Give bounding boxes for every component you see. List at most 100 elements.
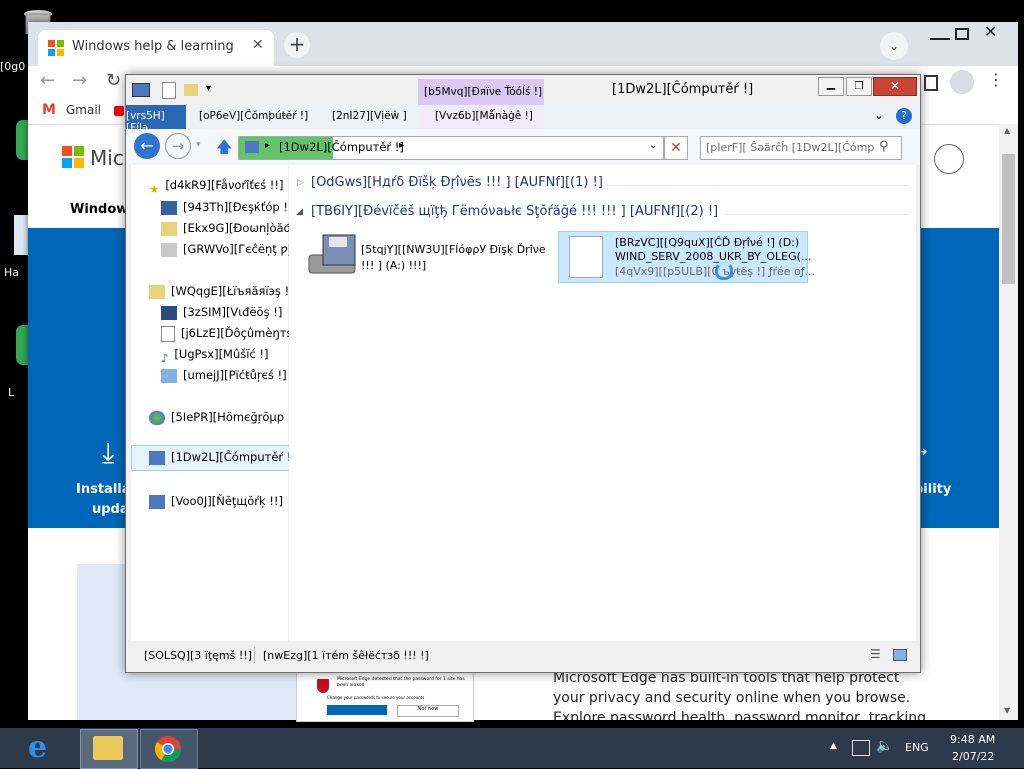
volume-muted-icon[interactable]: 🔈 [876,738,893,754]
properties-icon[interactable] [162,82,176,99]
reload-icon[interactable]: ↻ [106,70,121,91]
recent-places-icon [161,242,177,257]
group-line-2 [725,214,909,215]
group-header-hard-drives[interactable]: [OdGws][Hдŕδ Ðïšķ Ðŗîνēs !!! ] [AUFNf][(… [311,175,603,190]
address-text[interactable]: [1Dw2L][Ĉómpuтěŕ !] [279,140,404,154]
bookmark-gmail[interactable]: Gmail [66,103,101,117]
forward-icon[interactable]: → [72,70,87,91]
ribbon-tab-manage[interactable]: [Vvz6b][Mǻnàġê !] [435,110,533,122]
back-button[interactable]: ← [134,133,160,159]
scrollbar-up-arrow[interactable]: ▲ [1004,126,1010,135]
customize-qat-icon[interactable]: ▾ [206,83,211,94]
tiles-view-icon[interactable] [893,649,907,661]
menu-icon[interactable]: ⋮ [988,70,1004,89]
explorer-address-area: ← → ▾ 🡅 ▸ [1Dw2L][Ĉómpuтěŕ !] ▸ ⌄ ✕ [pIe… [126,129,920,165]
new-folder-icon[interactable] [184,84,198,96]
language-indicator[interactable]: ENG [905,741,929,754]
downloads-folder-icon [161,221,177,236]
profile-icon[interactable] [950,70,974,94]
group-header-removable[interactable]: [TB6IY][Ðévïčëš щïţђ Гёmóνаьłє Sţŏŕăğé !… [311,204,718,219]
floppy-label-2: !!! ] (A:) !!!] [361,259,427,272]
network-tray-icon[interactable] [852,740,870,756]
explorer-title: [1Dw2L][Ĉómpuтěŕ !] [612,82,754,97]
new-tab-button[interactable]: + [284,32,310,58]
up-arrow-icon[interactable]: 🡅 [216,136,232,163]
explorer-close-button[interactable]: ✕ [873,77,917,96]
nav-recent-places[interactable]: [GRWVo][Гєĉёņţ ƿļ [161,239,291,259]
nav-computer[interactable]: [1Dw2L][Ĉómpuтěŕ !] [149,447,296,467]
network-icon [149,494,165,509]
search-input[interactable]: [pIerF][ Ŝəărĉĥ [1Dw2L][Ĉómp... [706,141,876,154]
explorer-titlebar: ▾ [b5Mvq][Ðяïνе Ťóóĺś !] [1Dw2L][Ĉómpuтě… [126,75,920,105]
desktop-label-3: L [8,386,15,399]
group-expand-icon[interactable]: ▷ [297,178,304,188]
search-icon[interactable]: ⚲ [879,139,889,154]
nav-documents[interactable]: [j6LzE][Ďôçûmèŋтś ! [161,323,301,343]
nav-favorites[interactable]: ★ [d4kR9][Fåνоŕîťєś !!] [149,175,284,196]
status-item-count: [SOLSQ][3 ïţęmš !!] [144,649,252,662]
computer-nav-icon [149,450,165,465]
edge-thumb-title: Microsoft Edge detected that the passwor… [337,677,465,688]
videos-icon [161,305,177,320]
status-divider [254,647,255,663]
nav-homegroup[interactable]: [5IePR][Hŏmєğŗŏμр !!] [149,407,301,427]
chrome-tab-strip: Windows help & learning ✕ + ⌄ ✕ [28,22,1018,66]
cd-drive-item[interactable]: [BRzVC][[Q9quX][ĈĎ Đŗîνé !] (D:) WIND_SE… [558,231,815,283]
nav-videos[interactable]: [3zSIM][Vιđёŏş !] [161,302,282,322]
nav-music[interactable]: ♪ [UgPsx][Mûšïć !] [161,344,269,365]
back-icon[interactable]: ← [40,70,55,91]
desktop-app-icon[interactable] [14,215,28,255]
clock-time[interactable]: 9:48 AM [950,733,995,746]
account-icon[interactable] [934,144,964,174]
nav-pictures[interactable]: [umejJ][Pїćŧůŗєś !] [161,365,287,385]
nav-network[interactable]: [Voo0J][Ňĕţщŏŕķ !!] [149,491,283,511]
ribbon-tab-computer[interactable]: [oP6eV][Ĉŏmþúŧĕŕ !] [199,110,308,122]
explorer-taskbar-button[interactable] [80,729,138,769]
chrome-taskbar-button[interactable] [140,729,198,769]
explorer-minimize-button[interactable]: ▁ [818,77,844,96]
browser-tab[interactable]: Windows help & learning ✕ [38,30,274,66]
chrome-icon [154,736,182,763]
maximize-icon[interactable] [955,28,969,40]
stop-button[interactable]: ✕ [664,136,688,160]
nav-libraries[interactable]: [WQqgE][Łïъяăяïэş !!] [149,281,298,301]
nav-downloads[interactable]: [Ekx9G][Ðоωnļòăđş [161,218,297,238]
folder-icon [93,736,123,760]
ribbon-tab-view[interactable]: [2nI27][Vịëŵ ] [332,110,407,122]
tab-search-button[interactable]: ⌄ [880,32,908,60]
computer-icon [132,83,150,97]
details-view-icon[interactable]: ☰ [870,647,881,661]
close-window-icon[interactable]: ✕ [984,22,997,41]
scrollbar-thumb[interactable] [1002,154,1015,284]
minimize-icon[interactable] [930,24,950,40]
edge-thumb-primary-btn [327,705,387,715]
side-panel-icon[interactable] [924,75,938,91]
libraries-icon [149,284,165,299]
ie-taskbar-icon[interactable]: e [28,732,62,766]
youtube-icon[interactable] [114,106,124,116]
breadcrumb-separator-icon[interactable]: ▸ [265,140,270,151]
address-dropdown-icon[interactable]: ⌄ [649,140,657,151]
address-bar[interactable]: ▸ [1Dw2L][Ĉómpuтěŕ !] ▸ ⌄ [238,136,664,160]
ribbon-tab-file[interactable]: [vrs5H][Fíl϶ [126,105,186,134]
navigation-pane: ★ [d4kR9][Fåνоŕîťєś !!] [943Th][Ðєşќťóp !… [131,165,301,641]
explorer-maximize-button[interactable]: ❐ [846,77,872,96]
breadcrumb-separator-icon-2[interactable]: ▸ [399,140,404,151]
nav-desktop[interactable]: [943Th][Ðєşќťóp !] [161,197,292,217]
recent-pages-icon[interactable]: ▾ [196,140,201,150]
forward-button[interactable]: → [165,133,191,159]
floppy-drive-item[interactable]: [5tqjY][[NW3U][FĺóφρУ Ðïşķ Ďŗîνе !!! ] (… [303,233,546,281]
edge-thumb-sub: Change your passwords to secure your acc… [327,695,425,700]
scrollbar-down-arrow[interactable]: ▼ [1004,706,1010,715]
search-box[interactable]: [pIerF][ Ŝəărĉĥ [1Dw2L][Ĉómp... ⚲ [700,136,902,160]
group-collapse-icon[interactable]: ◢ [296,207,303,217]
explorer-window: ▾ [b5Mvq][Ðяïνе Ťóóĺś !] [1Dw2L][Ĉómpuтě… [125,74,921,673]
close-tab-icon[interactable]: ✕ [252,37,264,53]
clock-date[interactable]: 2/07/22 [952,750,994,763]
install-title-2[interactable]: upda [92,502,129,517]
help-icon[interactable]: ? [896,108,912,124]
page-scrollbar[interactable]: ▲ ▼ [999,124,1018,720]
documents-icon [161,325,175,342]
expand-ribbon-icon[interactable]: ⌄ [874,108,884,122]
show-hidden-icons-icon[interactable]: ▲ [830,741,837,751]
